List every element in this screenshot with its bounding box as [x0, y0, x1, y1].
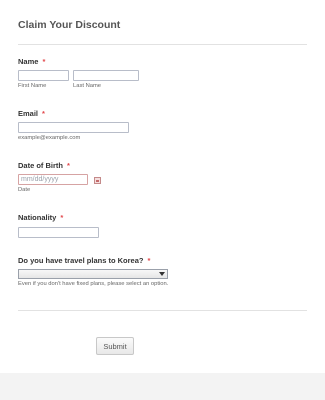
email-label: Email *	[18, 109, 45, 118]
last-name-input[interactable]	[73, 70, 139, 81]
last-name-sublabel: Last Name	[73, 83, 102, 89]
nationality-label-text: Nationality	[18, 213, 57, 222]
form-title: Claim Your Discount	[18, 19, 121, 31]
date-placeholder: mm/dd/yyyy	[21, 176, 59, 183]
date-of-birth-input[interactable]: mm/dd/yyyy	[18, 174, 88, 185]
first-name-input[interactable]	[18, 70, 69, 81]
nationality-input[interactable]	[18, 227, 99, 238]
travel-hint: Even if you don't have fixed plans, plea…	[18, 281, 169, 287]
first-name-sublabel: First Name	[18, 83, 47, 89]
date-sublabel: Date	[18, 187, 31, 193]
email-field[interactable]	[18, 122, 129, 133]
chevron-down-icon	[159, 272, 165, 276]
required-marker: *	[42, 109, 45, 118]
required-marker: *	[60, 213, 64, 222]
name-label: Name *	[18, 57, 45, 66]
required-marker: *	[147, 256, 151, 265]
required-marker: *	[42, 57, 46, 66]
travel-label: Do you have travel plans to Korea? *	[18, 256, 150, 265]
dob-label: Date of Birth *	[18, 161, 70, 170]
form-container: Claim Your Discount Name * First Name Las…	[0, 0, 325, 373]
dob-label-text: Date of Birth	[18, 161, 63, 170]
title-divider	[18, 44, 307, 45]
calendar-icon[interactable]	[94, 177, 101, 184]
travel-label-text: Do you have travel plans to Korea?	[18, 256, 144, 265]
submit-button[interactable]: Submit	[96, 337, 134, 355]
email-sublabel: example@example.com	[18, 135, 81, 141]
email-label-text: Email	[18, 109, 39, 118]
bottom-divider	[18, 310, 307, 311]
required-marker: *	[67, 161, 70, 170]
name-label-text: Name	[18, 57, 39, 66]
nationality-label: Nationality *	[18, 213, 63, 222]
page-footer-band	[0, 373, 325, 400]
travel-plans-select[interactable]	[18, 269, 168, 279]
